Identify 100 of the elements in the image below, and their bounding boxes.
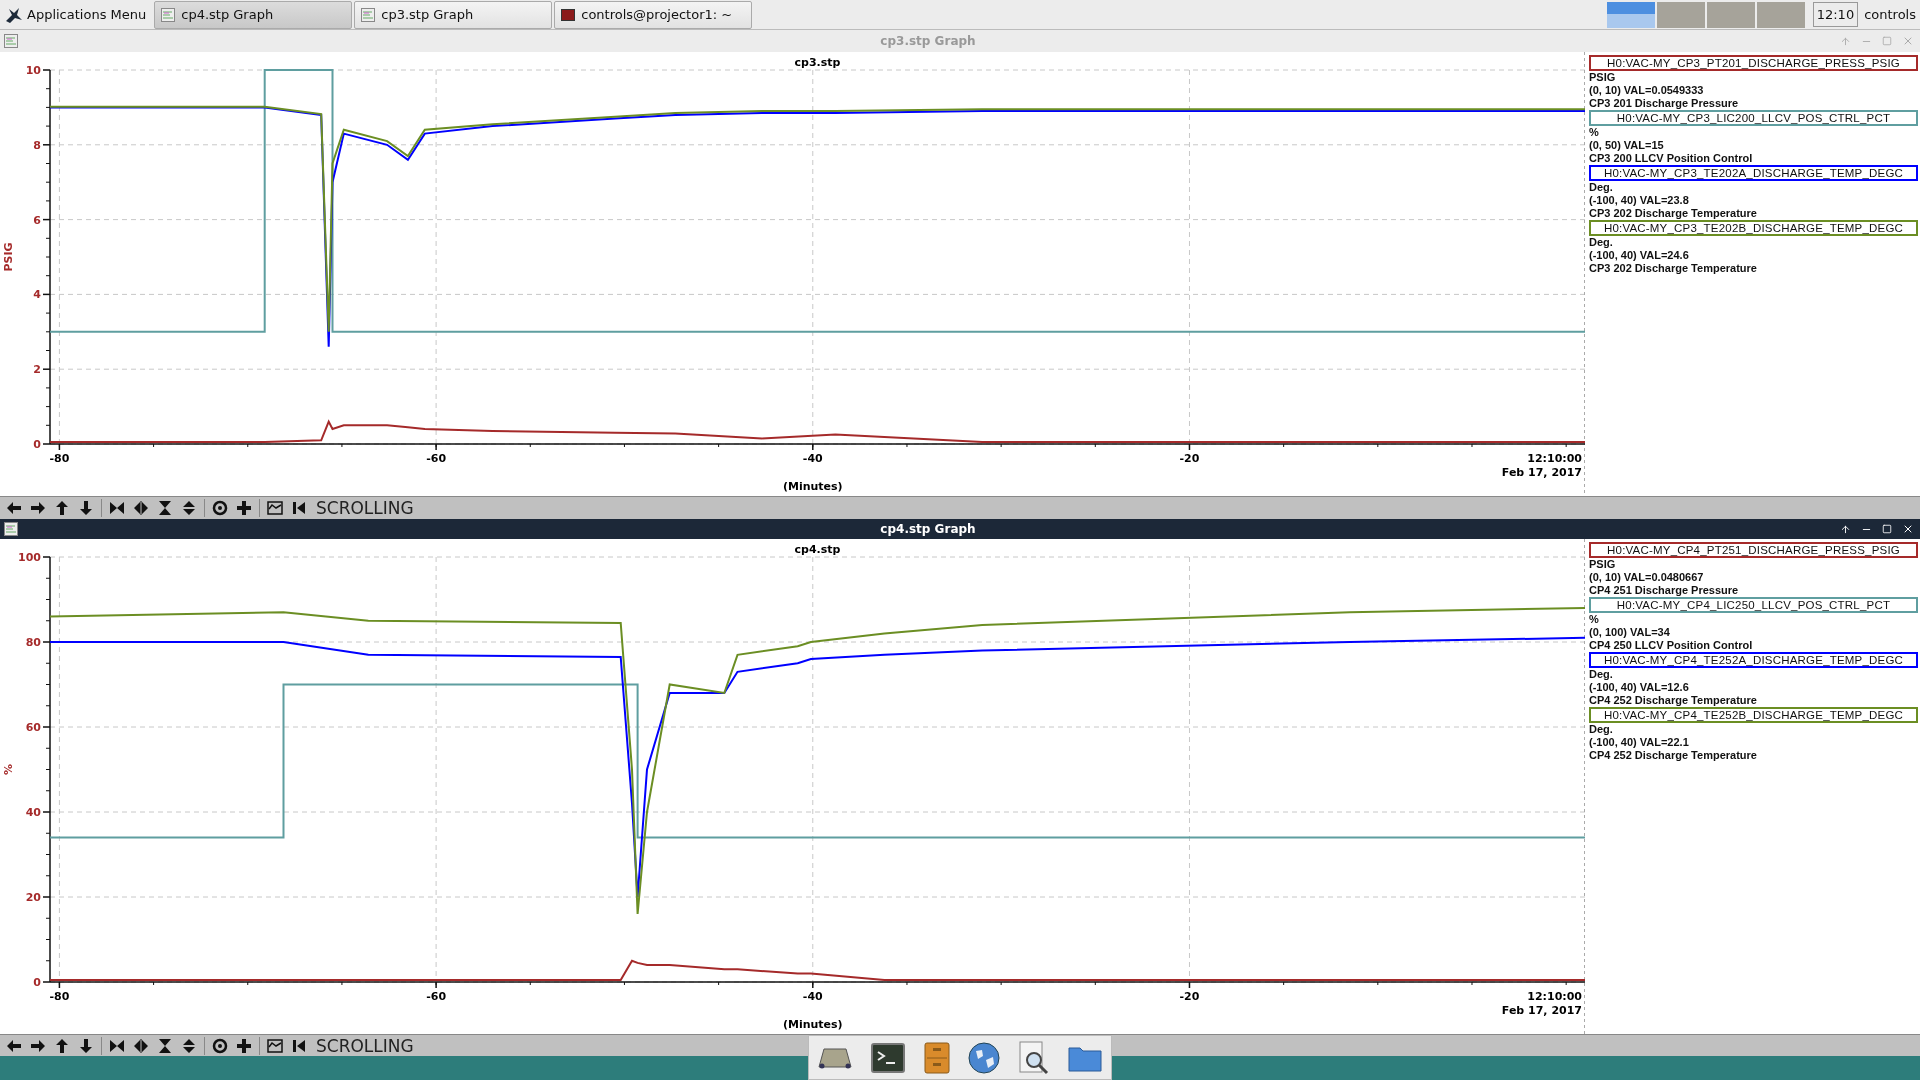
workspace-button[interactable]	[1606, 1, 1655, 28]
chart-title: cp4.stp	[794, 543, 841, 556]
trace-description: CP3 201 Discharge Pressure	[1589, 97, 1740, 110]
circle-icon	[212, 500, 228, 516]
app-icon	[4, 522, 18, 536]
zoom-in-horizontal-icon	[109, 1037, 125, 1054]
arrow-up-icon	[1840, 35, 1851, 47]
end-date-label: Feb 17, 2017	[1501, 466, 1582, 479]
y-tick-label: 80	[25, 636, 41, 649]
app-icon	[4, 34, 18, 48]
arrow-up-icon	[54, 1037, 70, 1054]
trace-range-value: (0, 100) VAL=34	[1589, 626, 1671, 639]
trace-unit: Deg.	[1589, 181, 1614, 194]
trace-range-value: (-100, 40) VAL=24.6	[1589, 249, 1690, 262]
terminal-icon	[871, 1042, 905, 1073]
trace-range-value: (0, 50) VAL=15	[1589, 139, 1665, 152]
x-tick-label: -20	[1179, 990, 1200, 1003]
task-button[interactable]: cp3.stp Graph	[354, 0, 553, 29]
window-title: cp4.stp Graph	[879, 522, 977, 536]
skip-back-icon	[291, 1037, 307, 1054]
trace-unit: %	[1589, 613, 1600, 626]
document-search-icon	[1018, 1040, 1049, 1075]
user-name[interactable]: controls	[1860, 7, 1920, 22]
trace-range-value: (0, 10) VAL=0.0549333	[1589, 84, 1705, 97]
x-tick-label: -40	[802, 452, 823, 465]
dock-button[interactable]	[818, 1046, 853, 1069]
terminal-icon	[561, 8, 576, 21]
trace-name[interactable]: H0:VAC-MY_CP3_LIC200_LLCV_POS_CTRL_PCT	[1589, 110, 1918, 126]
trace-range-value: (-100, 40) VAL=22.1	[1589, 736, 1690, 749]
scroll-mode-label: SCROLLING	[316, 498, 414, 518]
trace-range-value: (-100, 40) VAL=12.6	[1589, 681, 1690, 694]
y-tick-label: 10	[25, 64, 41, 77]
x-axis-title: (Minutes)	[782, 1018, 843, 1031]
x-tick-label: -60	[426, 990, 447, 1003]
maximize-icon	[1882, 524, 1892, 534]
x-axis-title: (Minutes)	[782, 480, 843, 493]
arrow-down-icon	[78, 500, 94, 516]
toolbar-wave-button[interactable]	[264, 498, 286, 518]
plus-icon	[236, 1037, 252, 1054]
zoom-in-vertical-icon	[157, 1037, 173, 1054]
waveform-icon	[267, 500, 283, 516]
arrow-up-icon	[54, 500, 70, 516]
dock-button[interactable]	[1018, 1040, 1049, 1075]
chart-title: cp3.stp	[794, 56, 841, 69]
zoom-out-vertical-icon	[181, 500, 197, 516]
trace-unit: PSIG	[1589, 558, 1617, 571]
trace-description: CP3 202 Discharge Temperature	[1589, 262, 1758, 275]
y-tick-label: 8	[33, 138, 41, 152]
circle-icon	[212, 1037, 228, 1054]
arrow-down-icon	[78, 1037, 94, 1054]
y-tick-label: 6	[33, 213, 41, 227]
y-tick-label: 100	[18, 551, 41, 564]
trace-name[interactable]: H0:VAC-MY_CP4_LIC250_LLCV_POS_CTRL_PCT	[1589, 597, 1918, 613]
trace-name[interactable]: H0:VAC-MY_CP4_TE252A_DISCHARGE_TEMP_DEGC	[1589, 652, 1918, 668]
trace-name[interactable]: H0:VAC-MY_CP4_TE252B_DISCHARGE_TEMP_DEGC	[1589, 707, 1918, 723]
trace-description: CP3 200 LLCV Position Control	[1589, 152, 1754, 165]
close-icon	[1902, 523, 1914, 535]
end-time-label: 12:10:00	[1527, 452, 1582, 465]
trace-name[interactable]: H0:VAC-MY_CP3_TE202A_DISCHARGE_TEMP_DEGC	[1589, 165, 1918, 181]
filing-cabinet-icon	[923, 1041, 950, 1074]
trace-range-value: (0, 10) VAL=0.0480667	[1589, 571, 1705, 584]
maximize-icon	[1882, 36, 1892, 46]
task-button[interactable]: controls@projector1: ~	[554, 0, 753, 29]
dock-button[interactable]	[968, 1041, 1001, 1074]
trace-description: CP3 202 Discharge Temperature	[1589, 207, 1758, 220]
maximize-button[interactable]	[1880, 524, 1894, 534]
trace-range-value: (-100, 40) VAL=23.8	[1589, 194, 1690, 207]
zoom-out-horizontal-icon	[133, 500, 149, 516]
y-axis-title: PSIG	[2, 242, 15, 272]
y-tick-label: 2	[33, 363, 41, 377]
trace-description: CP4 252 Discharge Temperature	[1589, 749, 1758, 762]
trace-name[interactable]: H0:VAC-MY_CP4_PT251_DISCHARGE_PRESS_PSIG	[1589, 542, 1918, 558]
trace-name[interactable]: H0:VAC-MY_CP3_TE202B_DISCHARGE_TEMP_DEGC	[1589, 220, 1918, 236]
skip-back-icon	[291, 500, 307, 516]
applications-menu-button[interactable]: Applications Menu	[0, 0, 153, 29]
zoom-out-vertical-icon	[181, 1037, 197, 1054]
trace-unit: %	[1589, 126, 1600, 139]
trace-description: CP4 251 Discharge Pressure	[1589, 584, 1740, 597]
arrow-left-icon	[6, 500, 22, 516]
y-tick-label: 0	[33, 438, 41, 451]
arrow-right-icon	[30, 1037, 46, 1054]
trace-name[interactable]: H0:VAC-MY_CP3_PT201_DISCHARGE_PRESS_PSIG	[1589, 55, 1918, 71]
y-tick-label: 20	[25, 891, 41, 904]
x-tick-label: -20	[1179, 452, 1200, 465]
clock: 12:10	[1812, 2, 1859, 27]
task-button[interactable]: cp4.stp Graph	[154, 0, 353, 29]
zoom-in-horizontal-icon	[109, 500, 125, 516]
dock-button[interactable]	[871, 1042, 905, 1073]
trace-unit: Deg.	[1589, 668, 1614, 681]
trace-unit: Deg.	[1589, 236, 1614, 249]
arrow-right-icon	[30, 500, 46, 516]
x-tick-label: -80	[49, 990, 70, 1003]
dock-button[interactable]	[923, 1041, 950, 1074]
x-tick-label: -40	[802, 990, 823, 1003]
trace-unit: Deg.	[1589, 723, 1614, 736]
graph-app-icon	[161, 7, 176, 22]
trace-unit: PSIG	[1589, 71, 1617, 84]
graph-app-icon	[361, 7, 376, 22]
scroll-mode-label: SCROLLING	[316, 1035, 414, 1056]
arrow-up-icon	[1840, 523, 1851, 535]
